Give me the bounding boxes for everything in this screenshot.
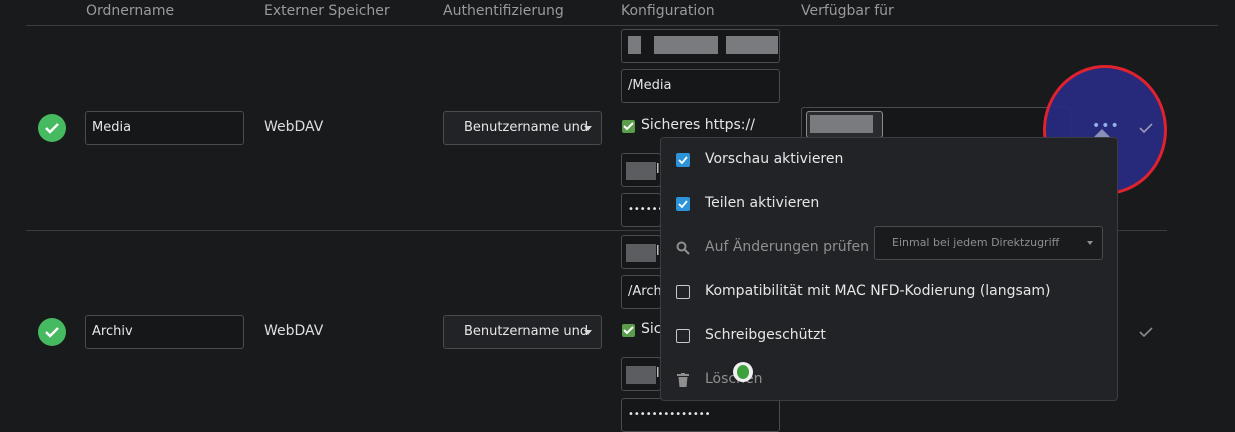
- secure-https-label: Sic: [641, 321, 662, 337]
- mount-name-input[interactable]: Archiv: [85, 315, 244, 349]
- status-ok-icon: [38, 318, 66, 346]
- checkbox-checked-icon[interactable]: [676, 153, 690, 167]
- header-konfiguration: Konfiguration: [621, 3, 715, 19]
- check-changes-select[interactable]: Einmal bei jedem Direktzugriff: [874, 226, 1103, 260]
- menu-item-preview-label: Vorschau aktivieren: [705, 151, 844, 167]
- save-checkmark-icon[interactable]: [1139, 123, 1153, 133]
- menu-item-readonly[interactable]: Schreibgeschützt: [661, 314, 1117, 358]
- menu-item-nfd-label: Kompatibilität mit MAC NFD-Kodierung (la…: [705, 283, 1051, 299]
- auth-select-value: Benutzername und: [464, 324, 589, 339]
- menu-item-delete[interactable]: Löschen: [661, 358, 1117, 402]
- menu-item-nfd[interactable]: Kompatibilität mit MAC NFD-Kodierung (la…: [661, 270, 1117, 314]
- mount-name-input[interactable]: Media: [85, 111, 244, 145]
- save-checkmark-icon[interactable]: [1139, 327, 1153, 337]
- secure-https-label: Sicheres https://: [641, 117, 755, 133]
- menu-item-readonly-label: Schreibgeschützt: [705, 327, 826, 343]
- search-icon: [676, 241, 690, 255]
- secure-checkbox-icon[interactable]: [622, 324, 635, 337]
- trash-icon: [677, 373, 689, 387]
- redacted-text: [654, 36, 718, 54]
- menu-item-check-changes-label: Auf Änderungen prüfen: [705, 239, 870, 255]
- storage-type: WebDAV: [264, 323, 324, 339]
- redacted-text: [810, 115, 873, 133]
- header-verfuegbar-fuer: Verfügbar für: [801, 3, 894, 19]
- menu-pointer: [1094, 129, 1110, 137]
- auth-select-value: Benutzername und: [464, 120, 589, 135]
- row-divider: [1117, 230, 1167, 231]
- header-externer-speicher: Externer Speicher: [264, 3, 390, 19]
- header-divider: [26, 25, 1218, 26]
- mount-options-menu: Vorschau aktivieren Teilen aktivieren Au…: [660, 137, 1118, 401]
- checkbox-checked-icon[interactable]: [676, 197, 690, 211]
- status-ok-icon: [38, 114, 66, 142]
- config-path-input[interactable]: /Media: [621, 69, 780, 103]
- header-ordnername: Ordnername: [86, 3, 175, 19]
- header-authentifizierung: Authentifizierung: [443, 3, 564, 19]
- chevron-down-icon: [584, 330, 592, 335]
- config-password-input[interactable]: •••••••: [621, 193, 661, 227]
- cursor-mascot-icon: [733, 362, 753, 382]
- chevron-down-icon: [1087, 241, 1093, 245]
- menu-item-preview[interactable]: Vorschau aktivieren: [661, 138, 1117, 182]
- config-path-input[interactable]: /Arch: [621, 275, 661, 309]
- redacted-text: [626, 366, 656, 384]
- auth-select[interactable]: Benutzername und: [443, 315, 602, 349]
- redacted-text: [626, 244, 656, 262]
- check-changes-select-value: Einmal bei jedem Direktzugriff: [892, 236, 1060, 249]
- chevron-down-icon: [584, 126, 592, 131]
- row-divider: [26, 230, 660, 231]
- secure-checkbox-icon[interactable]: [622, 120, 635, 133]
- redacted-text: [726, 36, 778, 54]
- auth-select[interactable]: Benutzername und: [443, 111, 602, 145]
- checkbox-empty-icon[interactable]: [676, 285, 690, 299]
- menu-item-sharing[interactable]: Teilen aktivieren: [661, 182, 1117, 226]
- menu-item-sharing-label: Teilen aktivieren: [705, 195, 820, 211]
- checkbox-empty-icon[interactable]: [676, 329, 690, 343]
- redacted-text: [628, 36, 641, 54]
- storage-type: WebDAV: [264, 119, 324, 135]
- redacted-text: [626, 162, 656, 180]
